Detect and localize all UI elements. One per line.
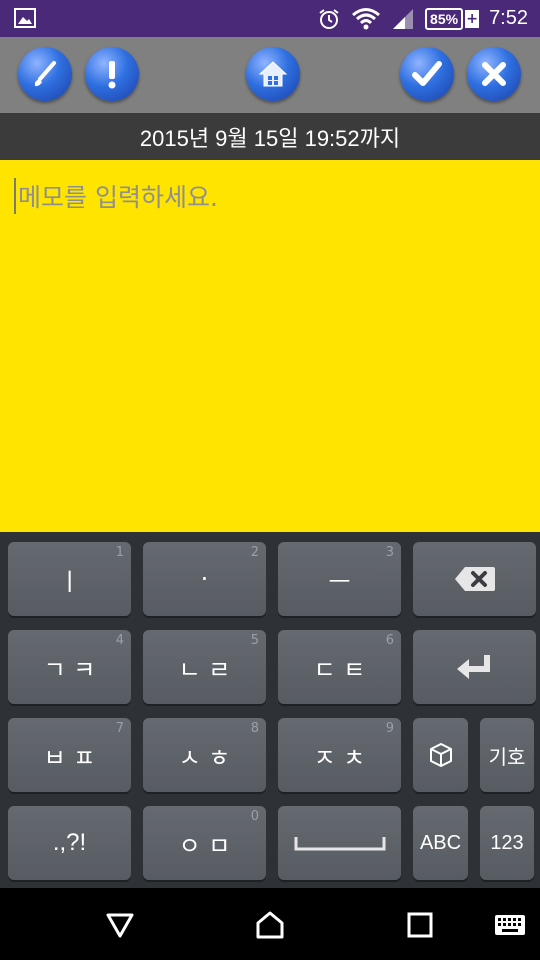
brush-icon — [34, 61, 56, 87]
symbols-label: 기호 — [488, 746, 526, 769]
home-button[interactable] — [246, 47, 300, 101]
emoji-key[interactable] — [413, 718, 468, 792]
abc-label: ABC — [419, 831, 462, 854]
key-number: 3 — [385, 545, 394, 560]
key-bieup-pieup[interactable]: 7 ㅂ ㅍ — [8, 718, 131, 792]
battery-indicator: 85% + — [425, 7, 480, 30]
charging-icon: + — [465, 9, 480, 28]
signal-icon — [393, 8, 414, 29]
key-label: ㅡ — [328, 567, 351, 596]
cube-icon — [429, 743, 452, 767]
space-icon — [294, 837, 385, 851]
alert-button[interactable] — [85, 47, 139, 101]
key-vowel-dot[interactable]: 2 · — [143, 542, 266, 616]
key-vowel-i[interactable]: 1 ㅣ — [8, 542, 131, 616]
key-label: ㅈ ㅊ — [313, 743, 366, 772]
key-giyeok-kieuk[interactable]: 4 ㄱ ㅋ — [8, 630, 131, 704]
memo-input[interactable]: 메모를 입력하세요. — [14, 178, 528, 214]
wifi-icon — [352, 7, 380, 29]
key-label: ㅂ ㅍ — [43, 743, 96, 772]
keyboard-switch-button[interactable] — [490, 906, 530, 944]
deadline-text: 2015년 9월 15일 19:52까지 — [139, 125, 401, 151]
recents-button[interactable] — [400, 906, 440, 944]
home-icon — [258, 61, 288, 87]
navigation-bar — [0, 888, 540, 960]
key-number: 5 — [250, 633, 259, 648]
image-notification-icon — [14, 8, 36, 28]
home-nav-button[interactable] — [250, 906, 290, 944]
alarm-icon — [319, 8, 339, 29]
cancel-button[interactable] — [467, 47, 521, 101]
back-button[interactable] — [100, 906, 140, 944]
key-number: 7 — [115, 721, 124, 736]
key-siot-hieut[interactable]: 8 ㅅ ㅎ — [143, 718, 266, 792]
toolbar — [0, 37, 540, 113]
key-label: .,?! — [52, 829, 87, 856]
alert-icon — [108, 61, 116, 89]
backspace-key[interactable] — [413, 542, 536, 616]
clock: 7:52 — [489, 7, 528, 29]
enter-icon — [456, 655, 490, 679]
key-label: ㅅ ㅎ — [178, 743, 231, 772]
key-ieung-mieum[interactable]: 0 ㅇ ㅁ — [143, 806, 266, 880]
key-jieut-chieut[interactable]: 9 ㅈ ㅊ — [278, 718, 401, 792]
key-label: ㅣ — [58, 567, 81, 596]
keyboard-icon — [495, 915, 525, 935]
symbols-key[interactable]: 기호 — [480, 718, 534, 792]
status-bar: 85% + 7:52 — [0, 0, 540, 37]
back-icon — [106, 913, 134, 938]
key-number: 0 — [250, 809, 259, 824]
backspace-icon — [454, 567, 495, 591]
keyboard: 1 ㅣ 2 · 3 ㅡ 4 ㄱ ㅋ 5 ㄴ ㄹ 6 ㄷ ㅌ 7 ㅂ ㅍ 8 ㅅ … — [0, 532, 540, 888]
check-icon — [412, 61, 442, 86]
abc-key[interactable]: ABC — [413, 806, 468, 880]
numbers-key[interactable]: 123 — [480, 806, 534, 880]
key-number: 8 — [250, 721, 259, 736]
key-label: ㅇ ㅁ — [178, 831, 231, 860]
recents-icon — [407, 912, 433, 938]
brush-button[interactable] — [18, 47, 72, 101]
key-digeut-tieut[interactable]: 6 ㄷ ㅌ — [278, 630, 401, 704]
battery-level: 85% — [425, 7, 464, 30]
key-label: ㄴ ㄹ — [178, 655, 231, 684]
punctuation-key[interactable]: .,?! — [8, 806, 131, 880]
home-nav-icon — [256, 911, 284, 939]
key-number: 2 — [250, 545, 259, 560]
key-vowel-eu[interactable]: 3 ㅡ — [278, 542, 401, 616]
space-key[interactable] — [278, 806, 401, 880]
key-number: 9 — [385, 721, 394, 736]
key-number: 4 — [115, 633, 124, 648]
numbers-label: 123 — [490, 831, 524, 854]
key-number: 1 — [115, 545, 124, 560]
key-label: ㄱ ㅋ — [43, 655, 96, 684]
key-label: · — [200, 565, 209, 593]
key-number: 6 — [385, 633, 394, 648]
deadline-bar[interactable]: 2015년 9월 15일 19:52까지 — [0, 113, 540, 160]
key-nieun-rieul[interactable]: 5 ㄴ ㄹ — [143, 630, 266, 704]
close-icon — [482, 62, 506, 86]
enter-key[interactable] — [413, 630, 536, 704]
memo-area[interactable]: 메모를 입력하세요. — [0, 160, 540, 532]
key-label: ㄷ ㅌ — [313, 655, 366, 684]
confirm-button[interactable] — [400, 47, 454, 101]
